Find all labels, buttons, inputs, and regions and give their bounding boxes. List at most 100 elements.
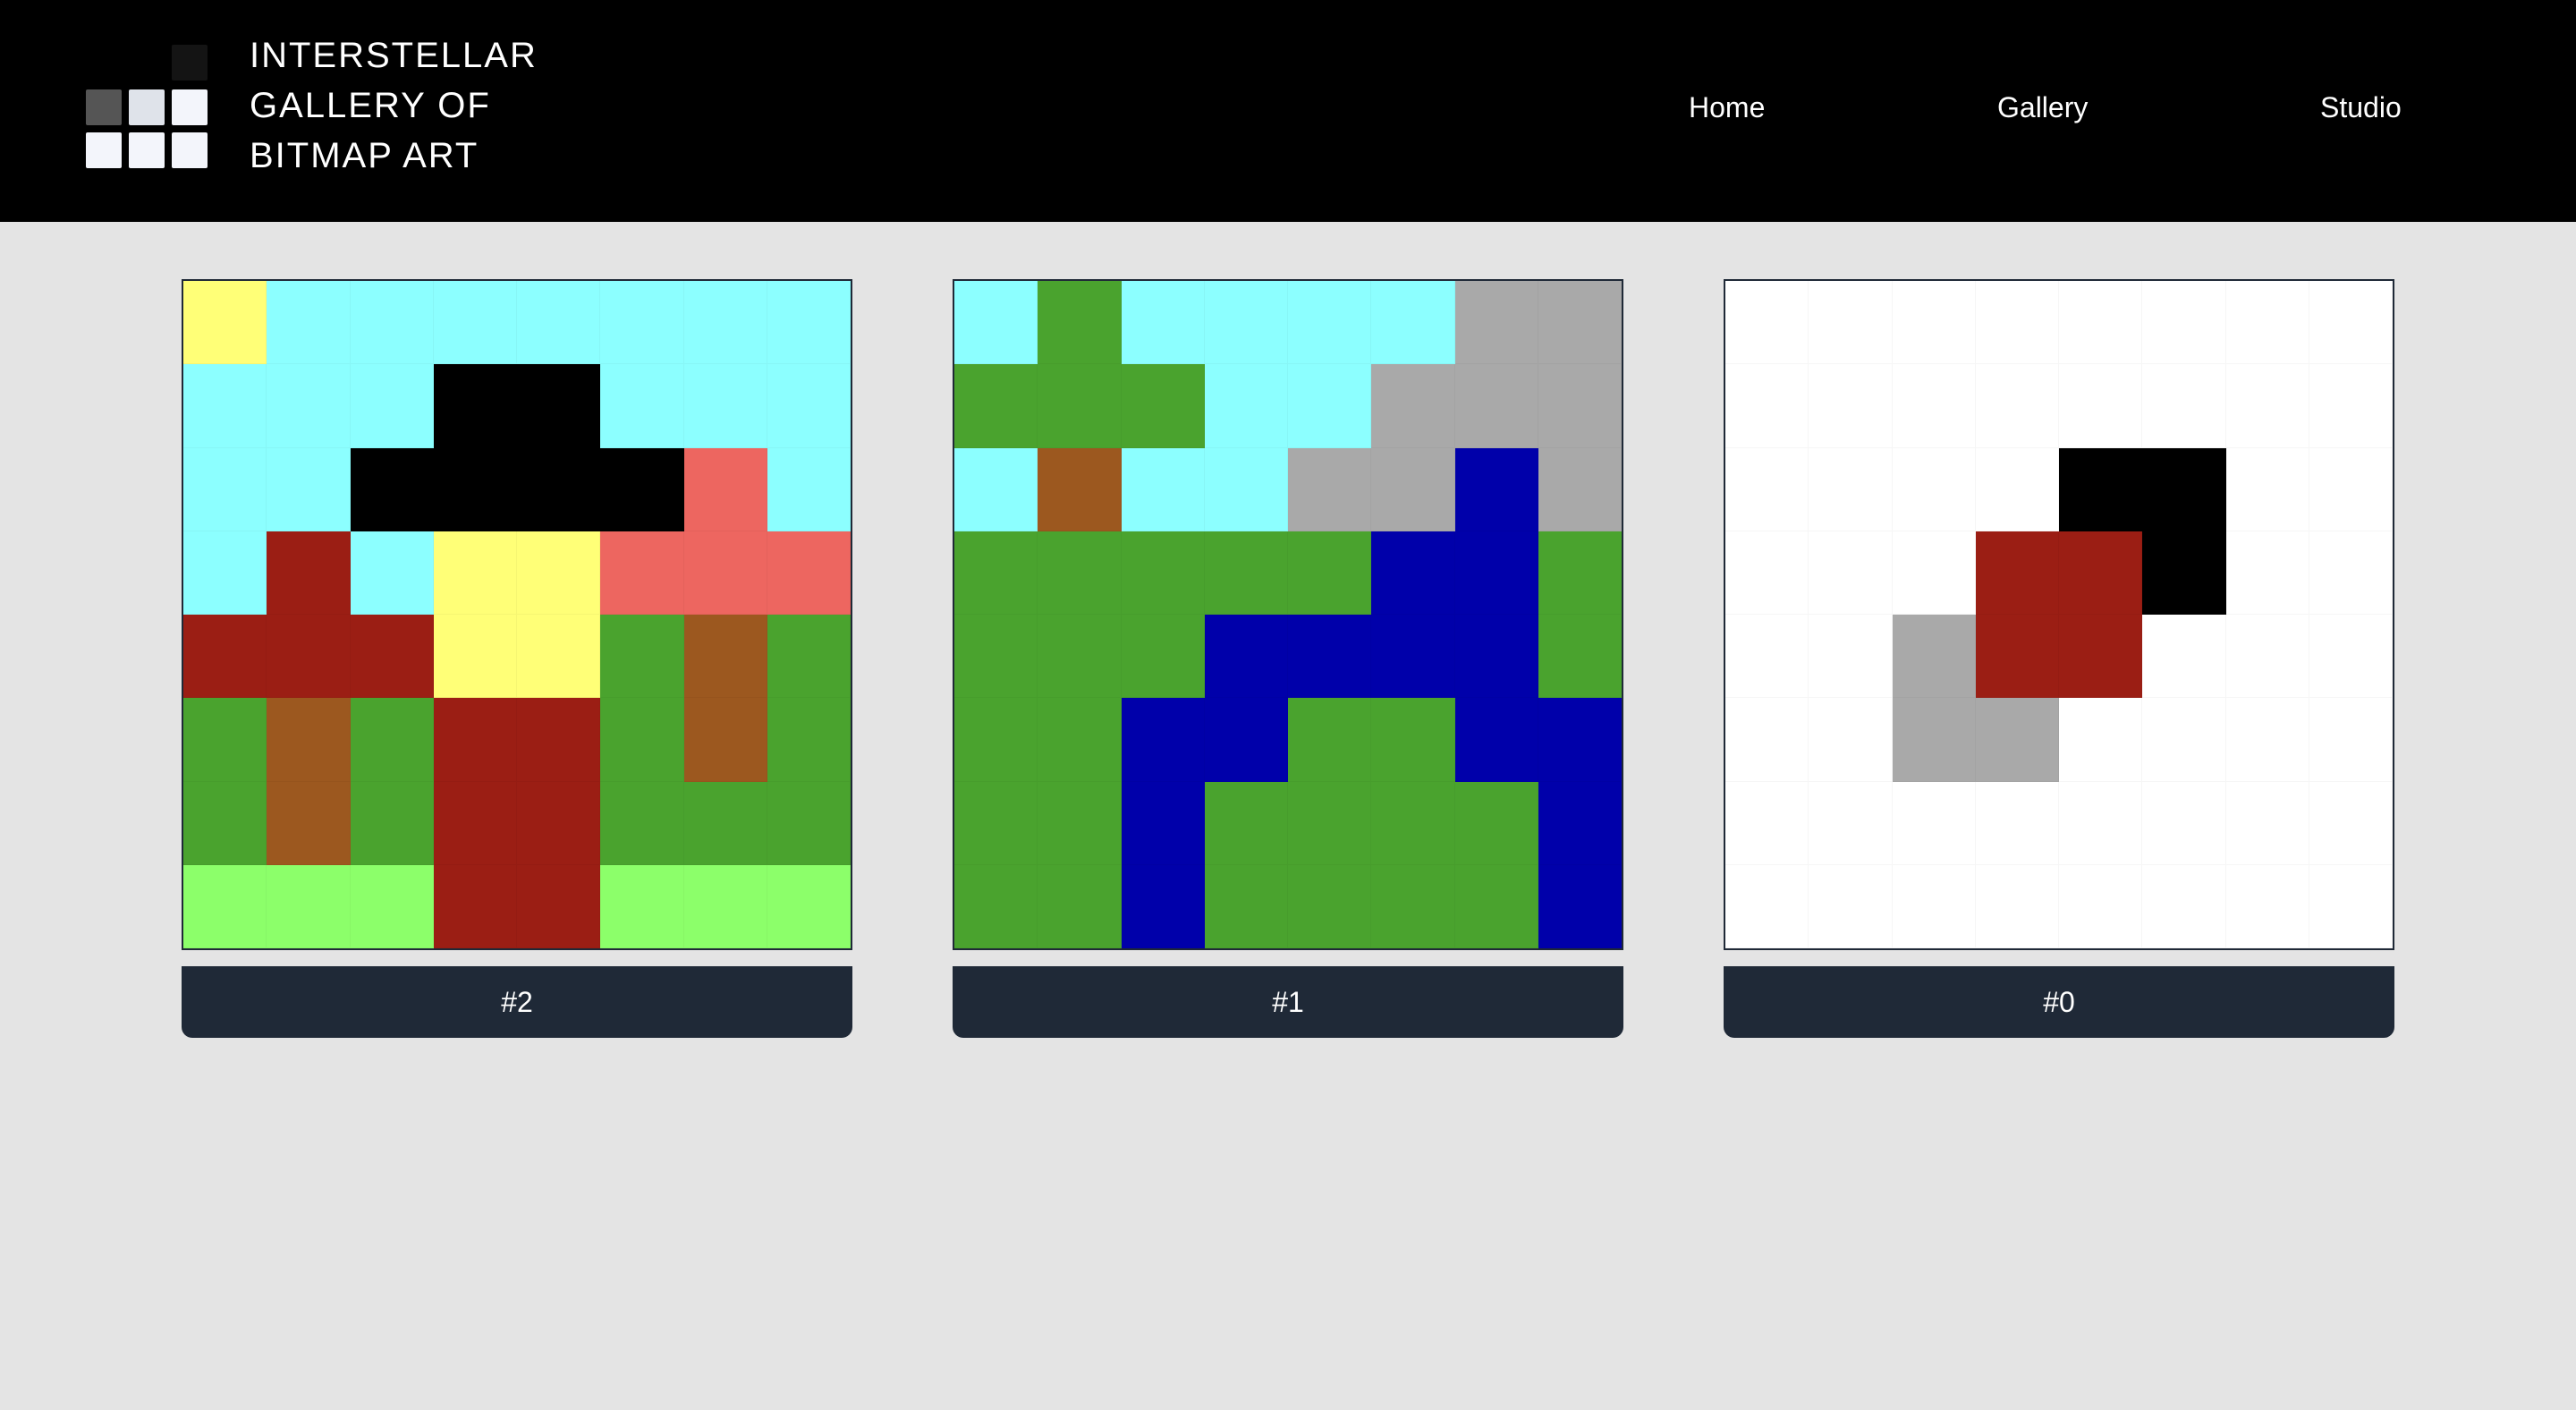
- artwork-card: #1: [953, 279, 1623, 1038]
- pixel-cell: [1892, 615, 1976, 699]
- pixel-cell: [1725, 781, 1809, 865]
- artwork-caption-button[interactable]: #1: [953, 966, 1623, 1038]
- pixel-cell: [1121, 531, 1205, 615]
- pixel-cell: [1538, 364, 1622, 448]
- pixel-cell: [267, 447, 351, 531]
- pixel-cell: [517, 698, 601, 782]
- pixel-cell: [517, 864, 601, 948]
- pixel-cell: [183, 864, 267, 948]
- pixel-cell: [954, 615, 1038, 699]
- pixel-cell: [1892, 531, 1976, 615]
- pixel-cell: [1204, 447, 1288, 531]
- pixel-cell: [517, 781, 601, 865]
- pixel-cell: [267, 281, 351, 365]
- main-nav: Home Gallery Studio: [0, 0, 2576, 217]
- pixel-cell: [600, 447, 684, 531]
- pixel-cell: [767, 447, 851, 531]
- pixel-cell: [517, 615, 601, 699]
- pixel-cell: [683, 781, 767, 865]
- pixel-cell: [767, 698, 851, 782]
- artwork-caption-button[interactable]: #0: [1724, 966, 2394, 1038]
- pixel-cell: [600, 531, 684, 615]
- artwork-canvas[interactable]: [182, 279, 852, 950]
- pixel-cell: [683, 615, 767, 699]
- pixel-cell: [1725, 531, 1809, 615]
- pixel-cell: [517, 447, 601, 531]
- pixel-cell: [1454, 531, 1538, 615]
- pixel-cell: [2225, 281, 2309, 365]
- pixel-cell: [683, 864, 767, 948]
- artwork-canvas[interactable]: [953, 279, 1623, 950]
- pixel-cell: [954, 781, 1038, 865]
- pixel-cell: [1038, 364, 1122, 448]
- pixel-cell: [2225, 615, 2309, 699]
- pixel-cell: [267, 781, 351, 865]
- pixel-cell: [767, 781, 851, 865]
- pixel-cell: [1538, 698, 1622, 782]
- artwork-caption-button[interactable]: #2: [182, 966, 852, 1038]
- pixel-cell: [1204, 281, 1288, 365]
- pixel-cell: [2059, 531, 2143, 615]
- pixel-cell: [1038, 698, 1122, 782]
- pixel-cell: [1371, 364, 1455, 448]
- pixel-cell: [2059, 447, 2143, 531]
- pixel-cell: [954, 281, 1038, 365]
- pixel-cell: [1204, 531, 1288, 615]
- nav-studio-link[interactable]: Studio: [2320, 88, 2402, 127]
- artwork-canvas[interactable]: [1724, 279, 2394, 950]
- pixel-cell: [1121, 781, 1205, 865]
- pixel-cell: [683, 364, 767, 448]
- nav-gallery-link[interactable]: Gallery: [1997, 88, 2088, 127]
- pixel-cell: [1038, 281, 1122, 365]
- pixel-cell: [1892, 364, 1976, 448]
- pixel-cell: [1288, 364, 1372, 448]
- pixel-cell: [433, 447, 517, 531]
- pixel-cell: [1454, 698, 1538, 782]
- pixel-cell: [350, 698, 434, 782]
- pixel-cell: [1809, 531, 1893, 615]
- pixel-cell: [2059, 698, 2143, 782]
- pixel-cell: [2309, 281, 2393, 365]
- pixel-cell: [2142, 781, 2226, 865]
- pixel-cell: [517, 281, 601, 365]
- pixel-cell: [1975, 781, 2059, 865]
- pixel-cell: [433, 364, 517, 448]
- pixel-cell: [1371, 864, 1455, 948]
- pixel-cell: [1121, 364, 1205, 448]
- pixel-cell: [433, 698, 517, 782]
- pixel-cell: [1538, 447, 1622, 531]
- pixel-cell: [1975, 447, 2059, 531]
- pixel-cell: [2142, 364, 2226, 448]
- pixel-cell: [1809, 615, 1893, 699]
- pixel-cell: [2225, 864, 2309, 948]
- pixel-cell: [767, 531, 851, 615]
- pixel-cell: [183, 447, 267, 531]
- pixel-cell: [1454, 615, 1538, 699]
- pixel-cell: [1288, 615, 1372, 699]
- pixel-cell: [1538, 531, 1622, 615]
- pixel-cell: [1038, 781, 1122, 865]
- pixel-cell: [954, 698, 1038, 782]
- pixel-cell: [2309, 531, 2393, 615]
- pixel-cell: [2225, 447, 2309, 531]
- pixel-cell: [1371, 281, 1455, 365]
- pixel-cell: [600, 864, 684, 948]
- site-header: INTERSTELLAR GALLERY OF BITMAP ART Home …: [0, 0, 2576, 222]
- pixel-cell: [1204, 364, 1288, 448]
- pixel-cell: [433, 281, 517, 365]
- pixel-cell: [1725, 864, 1809, 948]
- pixel-cell: [183, 615, 267, 699]
- nav-home-link[interactable]: Home: [1689, 88, 1765, 127]
- pixel-cell: [1975, 615, 2059, 699]
- pixel-cell: [517, 531, 601, 615]
- pixel-cell: [1371, 531, 1455, 615]
- pixel-cell: [1809, 698, 1893, 782]
- pixel-cell: [1725, 698, 1809, 782]
- pixel-cell: [1121, 447, 1205, 531]
- pixel-cell: [267, 698, 351, 782]
- pixel-cell: [2059, 781, 2143, 865]
- pixel-cell: [1975, 364, 2059, 448]
- pixel-cell: [2225, 698, 2309, 782]
- pixel-cell: [433, 531, 517, 615]
- pixel-cell: [1975, 531, 2059, 615]
